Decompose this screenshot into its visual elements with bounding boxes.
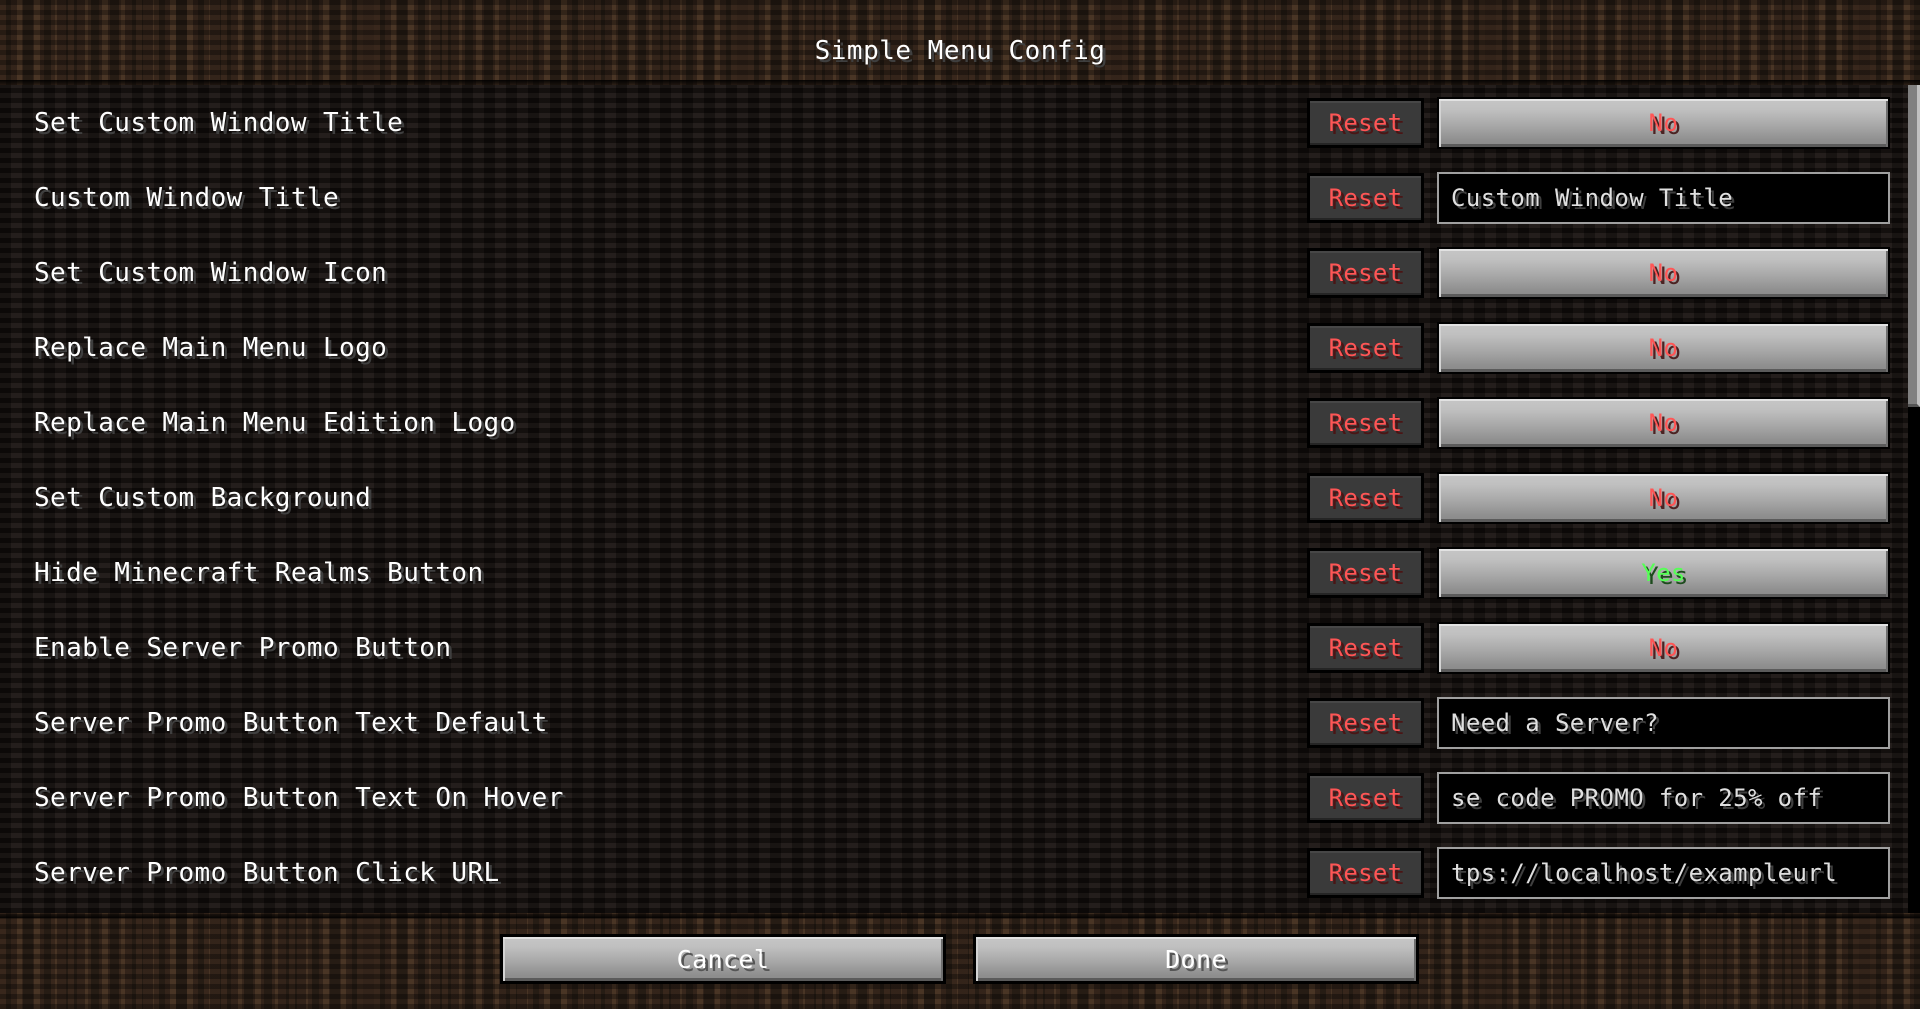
reset-button[interactable]: Reset — [1307, 97, 1424, 148]
option-label: Replace Main Menu Logo — [34, 332, 388, 363]
done-button[interactable]: Done — [973, 934, 1419, 984]
option-label: Server Promo Button Text On Hover — [34, 782, 564, 813]
option-label: Replace Main Menu Edition Logo — [34, 407, 516, 438]
reset-button[interactable]: Reset — [1307, 622, 1424, 673]
reset-button[interactable]: Reset — [1307, 247, 1424, 298]
toggle-button-value: No — [1648, 408, 1679, 437]
scrollbar-track[interactable] — [1908, 85, 1920, 913]
reset-button-label: Reset — [1328, 858, 1403, 887]
reset-button[interactable]: Reset — [1307, 322, 1424, 373]
value-widget[interactable]: No — [1437, 621, 1890, 674]
toggle-button[interactable]: No — [1437, 321, 1890, 374]
value-widget[interactable]: No — [1437, 321, 1890, 374]
config-row: Replace Main Menu Edition Logo Reset No — [0, 385, 1920, 460]
text-input[interactable]: tps://localhost/exampleurl — [1437, 846, 1890, 899]
value-widget[interactable]: Custom Window Title — [1437, 171, 1890, 224]
reset-button[interactable]: Reset — [1307, 472, 1424, 523]
toggle-button-value: No — [1648, 483, 1679, 512]
reset-button-label: Reset — [1328, 633, 1403, 662]
text-input[interactable]: Need a Server? — [1437, 696, 1890, 749]
toggle-button[interactable]: No — [1437, 246, 1890, 299]
config-row: Set Custom Background Reset No — [0, 460, 1920, 535]
value-widget[interactable]: Need a Server? — [1437, 696, 1890, 749]
config-row: Set Custom Window Icon Reset No — [0, 235, 1920, 310]
option-label: Set Custom Window Title — [34, 107, 404, 138]
value-widget[interactable]: Yes — [1437, 546, 1890, 599]
text-input-value: tps://localhost/exampleurl — [1451, 858, 1838, 887]
reset-button-label: Reset — [1328, 408, 1403, 437]
text-input[interactable]: se code PROMO for 25% off — [1437, 771, 1890, 824]
config-option-list[interactable]: Set Custom Window Title Reset No Custom … — [0, 85, 1920, 913]
option-label: Hide Minecraft Realms Button — [34, 557, 484, 588]
value-widget[interactable]: No — [1437, 96, 1890, 149]
reset-button[interactable]: Reset — [1307, 172, 1424, 223]
scrollbar-thumb[interactable] — [1908, 85, 1920, 407]
reset-button-label: Reset — [1328, 183, 1403, 212]
page-title: Simple Menu Config — [814, 36, 1106, 66]
option-label: Set Custom Window Icon — [34, 257, 388, 288]
cancel-button[interactable]: Cancel — [500, 934, 946, 984]
config-row: Enable Server Promo Button Reset No — [0, 610, 1920, 685]
text-input[interactable]: Custom Window Title — [1437, 171, 1890, 224]
text-input-value: Need a Server? — [1451, 708, 1659, 737]
reset-button-label: Reset — [1328, 558, 1403, 587]
option-label: Server Promo Button Click URL — [34, 857, 500, 888]
config-row: Replace Main Menu Logo Reset No — [0, 310, 1920, 385]
option-label: Enable Server Promo Button — [34, 632, 452, 663]
value-widget[interactable]: se code PROMO for 25% off — [1437, 771, 1890, 824]
config-screen: Simple Menu Config Set Custom Window Tit… — [0, 0, 1920, 1009]
done-button-label: Done — [1165, 944, 1227, 974]
toggle-button-value: No — [1648, 633, 1679, 662]
option-label: Server Promo Button Text Default — [34, 707, 548, 738]
toggle-button[interactable]: No — [1437, 471, 1890, 524]
footer-bar: Cancel Done www.9minecraft.net — [0, 913, 1920, 1009]
reset-button[interactable]: Reset — [1307, 547, 1424, 598]
config-row: Custom Window Title Reset Custom Window … — [0, 160, 1920, 235]
value-widget[interactable]: No — [1437, 246, 1890, 299]
config-row: Server Promo Button Text Default Reset N… — [0, 685, 1920, 760]
toggle-button-value: No — [1648, 258, 1679, 287]
config-row: Set Custom Window Title Reset No — [0, 85, 1920, 160]
config-row: Server Promo Button Click URL Reset tps:… — [0, 835, 1920, 910]
reset-button[interactable]: Reset — [1307, 697, 1424, 748]
config-row: Server Promo Button Text On Hover Reset … — [0, 760, 1920, 835]
reset-button-label: Reset — [1328, 783, 1403, 812]
reset-button[interactable]: Reset — [1307, 847, 1424, 898]
title-bar: Simple Menu Config — [0, 0, 1920, 85]
value-widget[interactable]: No — [1437, 471, 1890, 524]
text-input-value: se code PROMO for 25% off — [1451, 783, 1823, 812]
toggle-button-value: Yes — [1641, 558, 1686, 587]
value-widget[interactable]: No — [1437, 396, 1890, 449]
reset-button-label: Reset — [1328, 708, 1403, 737]
reset-button-label: Reset — [1328, 108, 1403, 137]
toggle-button[interactable]: No — [1437, 96, 1890, 149]
option-label: Custom Window Title — [34, 182, 340, 213]
toggle-button-value: No — [1648, 333, 1679, 362]
text-input-value: Custom Window Title — [1451, 183, 1734, 212]
config-row: Hide Minecraft Realms Button Reset Yes — [0, 535, 1920, 610]
cancel-button-label: Cancel — [676, 944, 770, 974]
reset-button-label: Reset — [1328, 483, 1403, 512]
reset-button-label: Reset — [1328, 258, 1403, 287]
reset-button-label: Reset — [1328, 333, 1403, 362]
toggle-button[interactable]: No — [1437, 621, 1890, 674]
value-widget[interactable]: tps://localhost/exampleurl — [1437, 846, 1890, 899]
reset-button[interactable]: Reset — [1307, 772, 1424, 823]
reset-button[interactable]: Reset — [1307, 397, 1424, 448]
option-label: Set Custom Background — [34, 482, 372, 513]
toggle-button-value: No — [1648, 108, 1679, 137]
toggle-button[interactable]: No — [1437, 396, 1890, 449]
toggle-button[interactable]: Yes — [1437, 546, 1890, 599]
